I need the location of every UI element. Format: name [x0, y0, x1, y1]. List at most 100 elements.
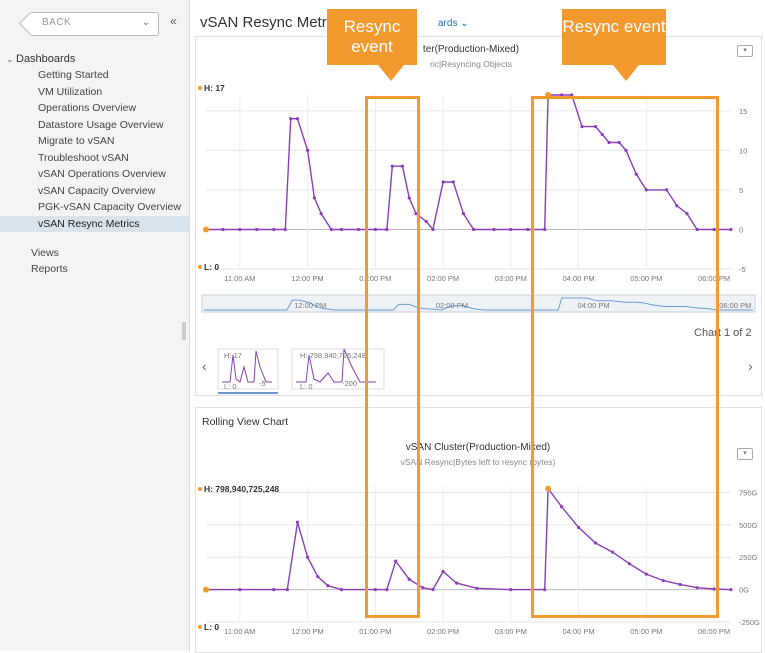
high-marker — [198, 86, 202, 90]
data-point — [431, 588, 435, 592]
sidebar-item-reports[interactable]: Reports — [31, 263, 68, 275]
chevron-left-icon[interactable]: ‹ — [202, 358, 207, 374]
back-label: BACK — [42, 17, 72, 28]
nav-section-label: Dashboards — [16, 53, 76, 65]
sidebar-item-views[interactable]: Views — [31, 247, 59, 259]
data-point — [451, 180, 455, 184]
data-point — [729, 227, 733, 232]
thumbnail-2-low: L: 0 — [300, 382, 313, 391]
callout-pointer-1 — [378, 65, 404, 81]
sidebar-item-getting-started[interactable]: Getting Started — [0, 67, 189, 84]
data-point — [461, 212, 466, 216]
sidebar-item-migrate-vsan[interactable]: Migrate to vSAN — [0, 133, 189, 150]
y-tick-label: 5 — [739, 186, 743, 195]
data-point — [492, 227, 496, 232]
navigator-tick-label: 12:00 PM — [294, 301, 326, 310]
nav-section-dashboards[interactable]: ⌄ Dashboards — [6, 53, 75, 65]
data-point — [295, 520, 300, 524]
y-tick-label: 250G — [739, 553, 758, 562]
low-label: L: 0 — [204, 622, 219, 632]
data-point — [421, 586, 425, 590]
x-tick-label: 01:00 PM — [359, 627, 391, 636]
data-point — [326, 584, 330, 588]
sidebar-item-operations-overview[interactable]: Operations Overview — [0, 100, 189, 117]
chevron-down-icon: ⌄ — [141, 17, 150, 28]
x-tick-label: 05:00 PM — [630, 627, 662, 636]
low-marker — [198, 265, 202, 269]
y-tick-label: 750G — [739, 488, 758, 497]
sidebar-item-troubleshoot-vsan[interactable]: Troubleshoot vSAN — [0, 150, 189, 167]
callout-resync-event-1: Resync event — [327, 9, 417, 65]
sidebar-item-pgk-vsan-capacity[interactable]: PGK-vSAN Capacity Overview — [0, 199, 189, 216]
x-tick-label: 11:00 AM — [224, 627, 255, 636]
low-label: L: 0 — [204, 262, 219, 272]
data-point — [475, 586, 479, 590]
back-button[interactable]: BACK ⌄ — [18, 12, 159, 36]
thumbnail-2-tick: -200 — [342, 379, 357, 388]
data-point — [339, 227, 344, 232]
chevron-right-icon[interactable]: › — [748, 358, 753, 374]
sidebar-item-vm-utilization[interactable]: VM Utilization — [0, 84, 189, 101]
data-point — [272, 588, 276, 592]
high-label: H: 798,940,725,248 — [204, 484, 279, 494]
data-point — [272, 227, 276, 232]
x-tick-label: 12:00 PM — [292, 627, 324, 636]
sidebar-item-vsan-capacity[interactable]: vSAN Capacity Overview — [0, 183, 189, 200]
thumbnail-1-tick: -5 — [259, 379, 266, 388]
start-marker — [203, 586, 209, 593]
data-point — [295, 117, 300, 121]
high-marker — [198, 487, 202, 491]
data-point — [319, 212, 323, 216]
data-point — [238, 588, 242, 592]
thumbnail-1-high: H: 17 — [224, 351, 242, 360]
sidebar-item-datastore-usage[interactable]: Datastore Usage Overview — [0, 117, 189, 134]
resize-handle[interactable] — [182, 322, 186, 340]
data-point — [526, 227, 530, 232]
data-point — [329, 227, 333, 232]
x-tick-label: 02:00 PM — [427, 274, 459, 283]
y-tick-label: 0G — [739, 586, 749, 595]
data-point — [312, 196, 316, 200]
dashboards-dropdown[interactable]: ards ⌄ — [438, 18, 469, 29]
chevron-down-icon: ⌄ — [6, 54, 14, 64]
data-point — [339, 588, 344, 592]
y-tick-label: 500G — [739, 521, 758, 530]
data-point — [455, 581, 459, 585]
data-point — [306, 148, 310, 152]
sidebar-item-vsan-operations[interactable]: vSAN Operations Overview — [0, 166, 189, 183]
data-point — [471, 227, 476, 232]
data-point — [441, 180, 445, 184]
x-tick-label: 12:00 PM — [292, 274, 324, 283]
data-point — [221, 227, 225, 232]
highlight-box-event-1 — [365, 96, 420, 618]
navigator-tick-label: 06:00 PM — [719, 301, 751, 310]
low-marker — [198, 625, 202, 629]
start-marker — [203, 226, 209, 233]
collapse-sidebar-icon[interactable]: « — [170, 14, 177, 28]
data-point — [424, 219, 428, 224]
sidebar-item-vsan-resync-metrics[interactable]: vSAN Resync Metrics — [0, 215, 189, 232]
data-point — [509, 227, 513, 232]
page-title: vSAN Resync Metrics — [200, 14, 346, 31]
y-tick-label: 10 — [739, 146, 747, 155]
sidebar: BACK ⌄ « ⌄ Dashboards Getting Started VM … — [0, 0, 190, 651]
x-tick-label: 04:00 PM — [563, 627, 595, 636]
x-tick-label: 06:00 PM — [698, 627, 730, 636]
data-point — [441, 569, 445, 574]
back-arrow-icon — [18, 12, 41, 35]
data-point — [289, 117, 293, 121]
callout-pointer-2 — [613, 65, 639, 81]
y-tick-label: 15 — [739, 107, 747, 116]
y-tick-label: -250G — [739, 618, 760, 627]
x-tick-label: 11:00 AM — [224, 274, 255, 283]
navigator-tick-label: 02:00 PM — [436, 301, 468, 310]
data-point — [431, 227, 435, 232]
data-point — [283, 227, 287, 232]
x-tick-label: 02:00 PM — [427, 627, 459, 636]
x-tick-label: 03:00 PM — [495, 627, 527, 636]
callout-label: Resync event — [343, 17, 401, 56]
x-tick-label: 03:00 PM — [495, 274, 527, 283]
data-point — [238, 227, 242, 232]
data-point — [285, 588, 289, 592]
data-point — [356, 227, 361, 232]
